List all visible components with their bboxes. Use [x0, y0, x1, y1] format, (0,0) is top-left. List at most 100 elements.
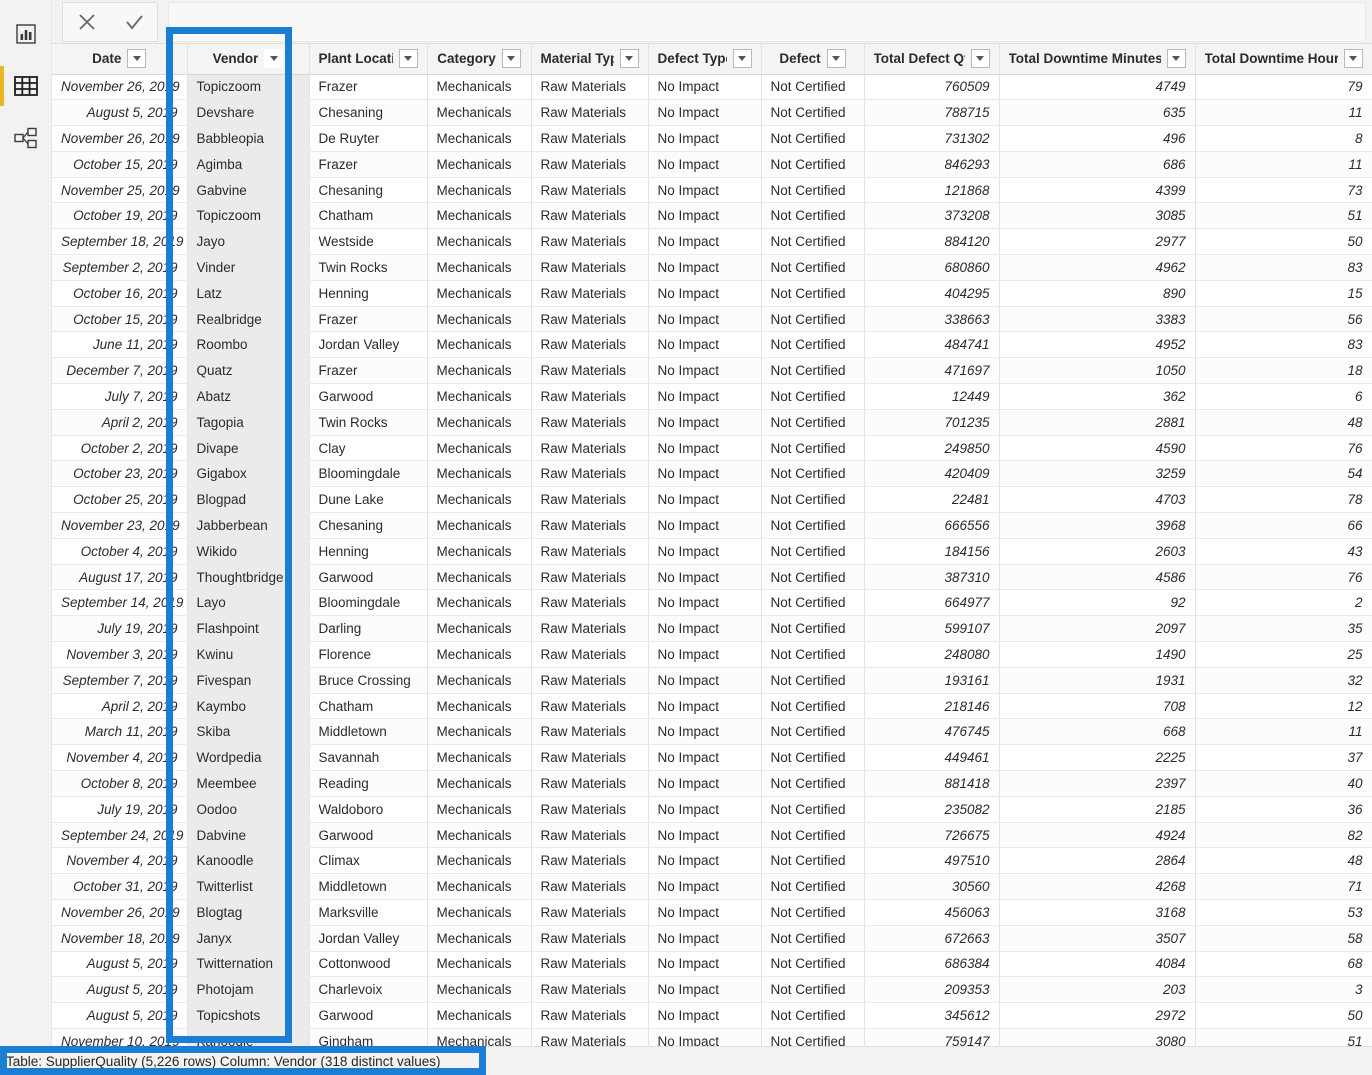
cell-hours[interactable]: 25 [1195, 641, 1372, 668]
cell-defect[interactable]: Not Certified [761, 125, 865, 152]
table-row[interactable]: November 26, 2019 Babbleopia De Ruyter Mech… [52, 125, 1372, 152]
column-filter-button-vendor[interactable] [264, 49, 284, 69]
cell-hours[interactable]: 79 [1195, 74, 1372, 101]
cell-minutes[interactable]: 496 [999, 125, 1196, 152]
cell-material[interactable]: Raw Materials [531, 254, 649, 281]
cell-minutes[interactable]: 3259 [999, 460, 1196, 488]
cell-plant[interactable]: Jordan Valley [309, 331, 428, 359]
cell-vendor[interactable]: Devshare [187, 99, 310, 127]
cell-defect[interactable]: Not Certified [761, 847, 865, 875]
cell-hours[interactable]: 82 [1195, 822, 1372, 849]
cell-date[interactable]: November 18, 2019 [52, 925, 188, 952]
cell-category[interactable]: Mechanicals [427, 99, 532, 127]
table-row[interactable]: October 8, 2019 Meembee Reading Mechanicals… [52, 770, 1372, 797]
cell-plant[interactable]: Clay [309, 435, 428, 462]
cell-date[interactable]: November 10, 2019 [52, 1028, 188, 1046]
cell-defect[interactable]: Not Certified [761, 74, 865, 101]
cell-material[interactable]: Raw Materials [531, 383, 649, 410]
cell-minutes[interactable]: 4399 [999, 177, 1196, 204]
table-row[interactable]: September 24, 2019 Dabvine Garwood Mechanic… [52, 822, 1372, 849]
cell-qty[interactable]: 664977 [864, 589, 1000, 617]
table-row[interactable]: September 7, 2019 Fivespan Bruce Crossing M… [52, 667, 1372, 694]
cell-defecttype[interactable]: No Impact [648, 306, 762, 333]
cell-defect[interactable]: Not Certified [761, 641, 865, 668]
cell-plant[interactable]: Cottonwood [309, 951, 428, 978]
cell-material[interactable]: Raw Materials [531, 667, 649, 694]
cell-material[interactable]: Raw Materials [531, 589, 649, 617]
cell-minutes[interactable]: 362 [999, 383, 1196, 410]
table-row[interactable]: September 14, 2019 Layo Bloomingdale Mechan… [52, 589, 1372, 617]
cell-qty[interactable]: 338663 [864, 306, 1000, 333]
table-row[interactable]: July 19, 2019 Oodoo Waldoboro Mechanicals Ra… [52, 796, 1372, 823]
cell-category[interactable]: Mechanicals [427, 383, 532, 410]
cell-defecttype[interactable]: No Impact [648, 589, 762, 617]
cell-vendor[interactable]: Vinder [187, 254, 310, 281]
cell-vendor[interactable]: Divape [187, 435, 310, 462]
cell-defect[interactable]: Not Certified [761, 99, 865, 127]
cell-hours[interactable]: 73 [1195, 177, 1372, 204]
cell-plant[interactable]: Darling [309, 615, 428, 643]
cell-material[interactable]: Raw Materials [531, 151, 649, 178]
cell-material[interactable]: Raw Materials [531, 280, 649, 307]
table-row[interactable]: July 7, 2019 Abatz Garwood Mechanicals Raw M… [52, 383, 1372, 410]
cell-date[interactable]: October 25, 2019 [52, 486, 188, 514]
cell-hours[interactable]: 8 [1195, 125, 1372, 152]
cell-category[interactable]: Mechanicals [427, 770, 532, 797]
cell-qty[interactable]: 686384 [864, 951, 1000, 978]
cell-material[interactable]: Raw Materials [531, 331, 649, 359]
table-row[interactable]: October 25, 2019 Blogpad Dune Lake Mechanic… [52, 486, 1372, 514]
cell-date[interactable]: August 5, 2019 [52, 99, 188, 127]
cell-qty[interactable]: 701235 [864, 409, 1000, 436]
cell-minutes[interactable]: 890 [999, 280, 1196, 307]
cell-category[interactable]: Mechanicals [427, 976, 532, 1004]
cell-defecttype[interactable]: No Impact [648, 486, 762, 514]
cancel-edit-button[interactable] [63, 3, 110, 41]
cell-plant[interactable]: Chatham [309, 202, 428, 230]
cell-defect[interactable]: Not Certified [761, 744, 865, 772]
cell-defect[interactable]: Not Certified [761, 1028, 865, 1046]
cell-material[interactable]: Raw Materials [531, 125, 649, 152]
cell-vendor[interactable]: Thoughtbridge [187, 564, 310, 591]
cell-vendor[interactable]: Jabberbean [187, 512, 310, 539]
cell-hours[interactable]: 76 [1195, 564, 1372, 591]
cell-hours[interactable]: 48 [1195, 847, 1372, 875]
cell-material[interactable]: Raw Materials [531, 357, 649, 385]
table-row[interactable]: October 31, 2019 Twitterlist Middletown Mec… [52, 873, 1372, 900]
table-row[interactable]: November 18, 2019 Janyx Jordan Valley Mecha… [52, 925, 1372, 952]
nav-item-model[interactable] [0, 112, 52, 164]
cell-date[interactable]: November 26, 2019 [52, 125, 188, 152]
cell-qty[interactable]: 22481 [864, 486, 1000, 514]
cell-vendor[interactable]: Agimba [187, 151, 310, 178]
table-row[interactable]: August 17, 2019 Thoughtbridge Garwood Mecha… [52, 564, 1372, 591]
cell-vendor[interactable]: Kanoodle [187, 847, 310, 875]
cell-minutes[interactable]: 2397 [999, 770, 1196, 797]
cell-category[interactable]: Mechanicals [427, 589, 532, 617]
cell-defecttype[interactable]: No Impact [648, 538, 762, 565]
column-header-vendor[interactable]: Vendor [187, 44, 310, 75]
cell-minutes[interactable]: 4749 [999, 74, 1196, 101]
cell-defect[interactable]: Not Certified [761, 925, 865, 952]
cell-date[interactable]: December 7, 2019 [52, 357, 188, 385]
cell-minutes[interactable]: 3507 [999, 925, 1196, 952]
cell-defect[interactable]: Not Certified [761, 306, 865, 333]
table-row[interactable]: October 2, 2019 Divape Clay Mechanicals Raw … [52, 435, 1372, 462]
nav-item-report[interactable] [0, 8, 52, 60]
cell-minutes[interactable]: 2185 [999, 796, 1196, 823]
cell-category[interactable]: Mechanicals [427, 512, 532, 539]
cell-material[interactable]: Raw Materials [531, 641, 649, 668]
cell-category[interactable]: Mechanicals [427, 280, 532, 307]
cell-minutes[interactable]: 1490 [999, 641, 1196, 668]
cell-minutes[interactable]: 668 [999, 718, 1196, 746]
cell-minutes[interactable]: 2864 [999, 847, 1196, 875]
cell-category[interactable]: Mechanicals [427, 74, 532, 101]
cell-date[interactable]: August 17, 2019 [52, 564, 188, 591]
cell-material[interactable]: Raw Materials [531, 744, 649, 772]
cell-plant[interactable]: Garwood [309, 1002, 428, 1029]
cell-defecttype[interactable]: No Impact [648, 667, 762, 694]
cell-minutes[interactable]: 4084 [999, 951, 1196, 978]
cell-category[interactable]: Mechanicals [427, 125, 532, 152]
cell-defect[interactable]: Not Certified [761, 976, 865, 1004]
table-row[interactable]: June 11, 2019 Roombo Jordan Valley Mechanic… [52, 331, 1372, 359]
cell-hours[interactable]: 83 [1195, 331, 1372, 359]
cell-defect[interactable]: Not Certified [761, 899, 865, 926]
